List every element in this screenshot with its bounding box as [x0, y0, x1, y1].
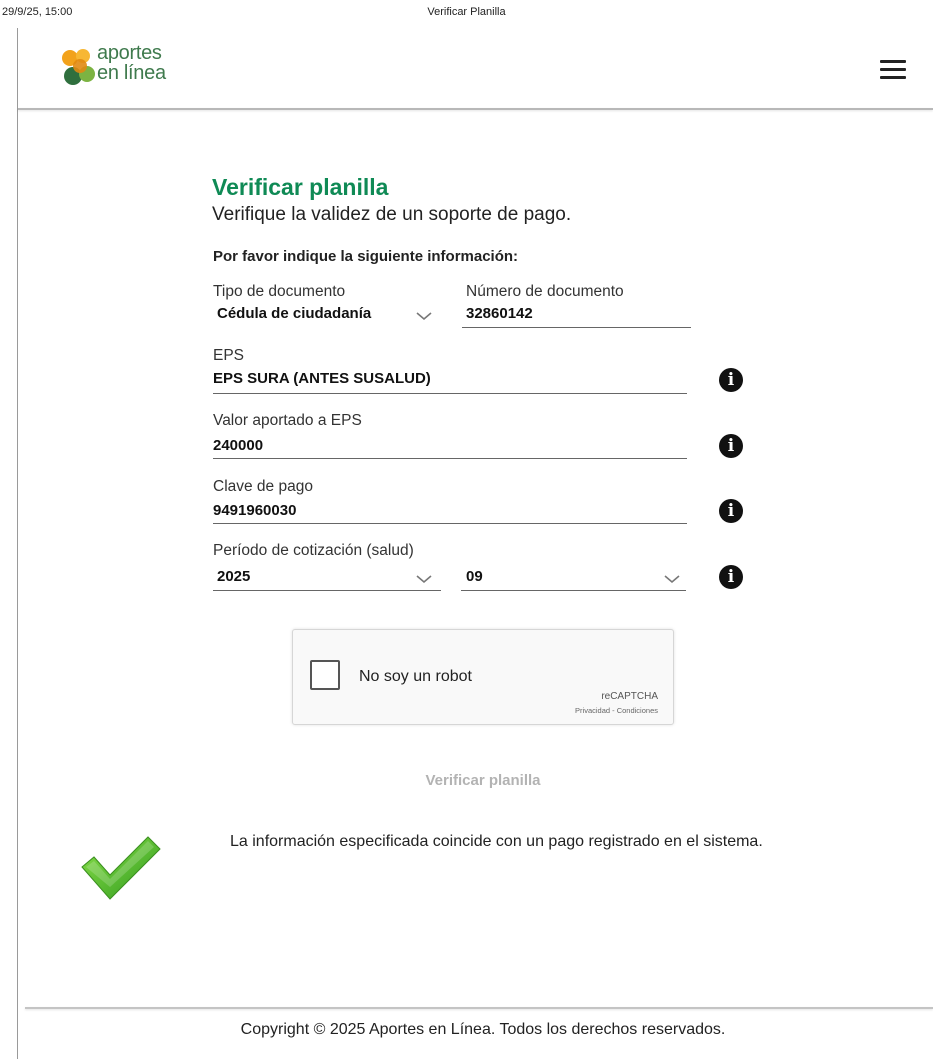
info-icon[interactable]: i: [719, 368, 743, 392]
numero-documento-input[interactable]: 32860142: [462, 303, 691, 329]
result-message: La información especificada coincide con…: [230, 833, 763, 850]
clave-pago-label: Clave de pago: [213, 478, 313, 495]
valor-eps-input[interactable]: 240000: [213, 434, 687, 460]
footer-divider: [25, 1007, 933, 1009]
clave-pago-value: 9491960030: [213, 502, 297, 519]
green-check-icon: [81, 836, 161, 900]
valor-eps-underline: [213, 458, 687, 459]
print-title: Verificar Planilla: [427, 6, 506, 18]
info-icon[interactable]: i: [719, 565, 743, 589]
recaptcha-label: No soy un robot: [359, 668, 472, 685]
numero-documento-value: 32860142: [466, 305, 533, 322]
header-divider: [18, 108, 933, 110]
recaptcha-brand: reCAPTCHA: [601, 691, 658, 702]
chevron-down-icon: [664, 575, 680, 584]
form-instructions: Por favor indique la siguiente informaci…: [213, 248, 519, 265]
info-icon[interactable]: i: [719, 499, 743, 523]
periodo-year-select[interactable]: 2025: [213, 565, 441, 591]
periodo-month-value: 09: [466, 568, 483, 585]
tipo-documento-label: Tipo de documento: [213, 283, 346, 300]
chevron-down-icon: [416, 312, 432, 321]
numero-documento-label: Número de documento: [466, 283, 624, 300]
clave-pago-input[interactable]: 9491960030: [213, 499, 687, 525]
footer-copyright: Copyright © 2025 Aportes en Línea. Todos…: [240, 1021, 726, 1038]
recaptcha-checkbox[interactable]: [310, 660, 340, 690]
numero-documento-underline: [462, 327, 691, 328]
eps-label: EPS: [213, 347, 245, 364]
hamburger-menu-icon[interactable]: [880, 60, 906, 80]
eps-input[interactable]: EPS SURA (ANTES SUSALUD): [213, 368, 687, 394]
periodo-month-underline: [461, 590, 686, 591]
valor-eps-value: 240000: [213, 437, 264, 454]
info-icon[interactable]: i: [719, 434, 743, 458]
periodo-year-underline: [213, 590, 441, 591]
periodo-month-select[interactable]: 09: [461, 565, 686, 591]
logo-text-line1: aportes: [97, 42, 162, 64]
left-border: [17, 28, 18, 1059]
tipo-documento-value: Cédula de ciudadanía: [217, 305, 372, 322]
clave-pago-underline: [213, 523, 687, 524]
tipo-documento-select[interactable]: Cédula de ciudadanía: [213, 303, 439, 329]
eps-value: EPS SURA (ANTES SUSALUD): [213, 370, 431, 387]
logo-text-line2: en línea: [97, 62, 166, 84]
periodo-year-value: 2025: [217, 568, 251, 585]
recaptcha-links[interactable]: Privacidad - Condiciones: [530, 706, 658, 715]
page-title: Verificar planilla: [212, 174, 389, 200]
verify-button[interactable]: Verificar planilla: [383, 772, 583, 789]
valor-eps-label: Valor aportado a EPS: [213, 412, 362, 429]
page-subtitle: Verifique la validez de un soporte de pa…: [212, 204, 572, 225]
periodo-label: Período de cotización (salud): [213, 542, 414, 559]
chevron-down-icon: [416, 575, 432, 584]
logo-text: aportes en línea: [97, 43, 166, 83]
eps-underline: [213, 393, 687, 394]
